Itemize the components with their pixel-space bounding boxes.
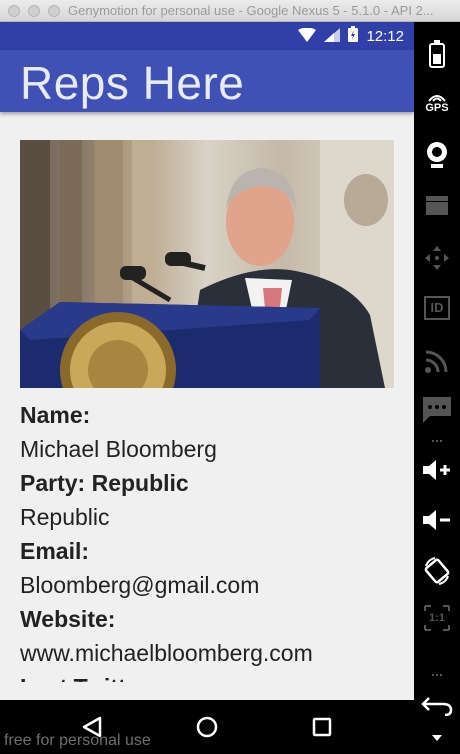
watermark-text: free for personal use <box>4 732 151 749</box>
gps-label: GPS <box>425 102 449 114</box>
volume-down-icon[interactable] <box>414 508 460 532</box>
email-value[interactable]: Bloomberg@gmail.com <box>20 572 259 599</box>
emulator-toolbar: GPS ID 1:1 <box>414 22 460 754</box>
volume-up-icon[interactable] <box>414 458 460 482</box>
phone-screen: 12:12 Reps Here Name: Michael Bloomberg … <box>0 22 414 754</box>
website-value[interactable]: www.michaelbloomberg.com <box>20 640 313 667</box>
close-window-button[interactable] <box>8 5 20 17</box>
wifi-icon <box>298 27 317 46</box>
name-label: Name: <box>20 402 91 428</box>
dpad-icon[interactable] <box>414 244 460 272</box>
minimize-window-button[interactable] <box>28 5 40 17</box>
rss-icon[interactable] <box>414 348 460 374</box>
webcam-icon[interactable] <box>414 140 460 170</box>
representative-photo <box>20 140 394 388</box>
clapperboard-icon[interactable] <box>414 194 460 216</box>
twitter-label: Last Twitter: <box>20 674 155 682</box>
app-bar: Reps Here <box>0 50 414 112</box>
signal-icon <box>324 27 341 46</box>
email-label: Email: <box>20 538 90 564</box>
menu-icon[interactable] <box>414 734 460 742</box>
back-icon[interactable] <box>414 694 460 716</box>
id-label: ID <box>424 296 450 320</box>
window-titlebar: Genymotion for personal use - Google Nex… <box>0 0 460 22</box>
zoom-window-button[interactable] <box>48 5 60 17</box>
website-label: Website: <box>20 606 116 632</box>
status-bar: 12:12 <box>0 22 414 50</box>
app-title: Reps Here <box>20 57 245 109</box>
pixel-ratio-icon[interactable]: 1:1 <box>414 604 460 632</box>
recents-square-icon[interactable] <box>312 717 332 741</box>
battery-icon[interactable] <box>414 40 460 68</box>
gps-icon[interactable]: GPS <box>414 92 460 114</box>
name-value: Michael Bloomberg <box>20 436 217 462</box>
id-icon[interactable]: ID <box>414 296 460 320</box>
battery-status-icon <box>348 26 359 46</box>
status-clock: 12:12 <box>366 27 404 45</box>
rep-details[interactable]: Name: Michael Bloomberg Party: Republic … <box>0 118 414 682</box>
ratio-label: 1:1 <box>429 612 445 624</box>
home-circle-icon[interactable] <box>196 716 218 742</box>
rotate-icon[interactable] <box>414 556 460 586</box>
party-value: Republic <box>20 504 110 530</box>
party-label: Party: Republic <box>20 470 189 496</box>
window-title: Genymotion for personal use - Google Nex… <box>68 3 434 18</box>
sms-icon[interactable] <box>414 396 460 424</box>
